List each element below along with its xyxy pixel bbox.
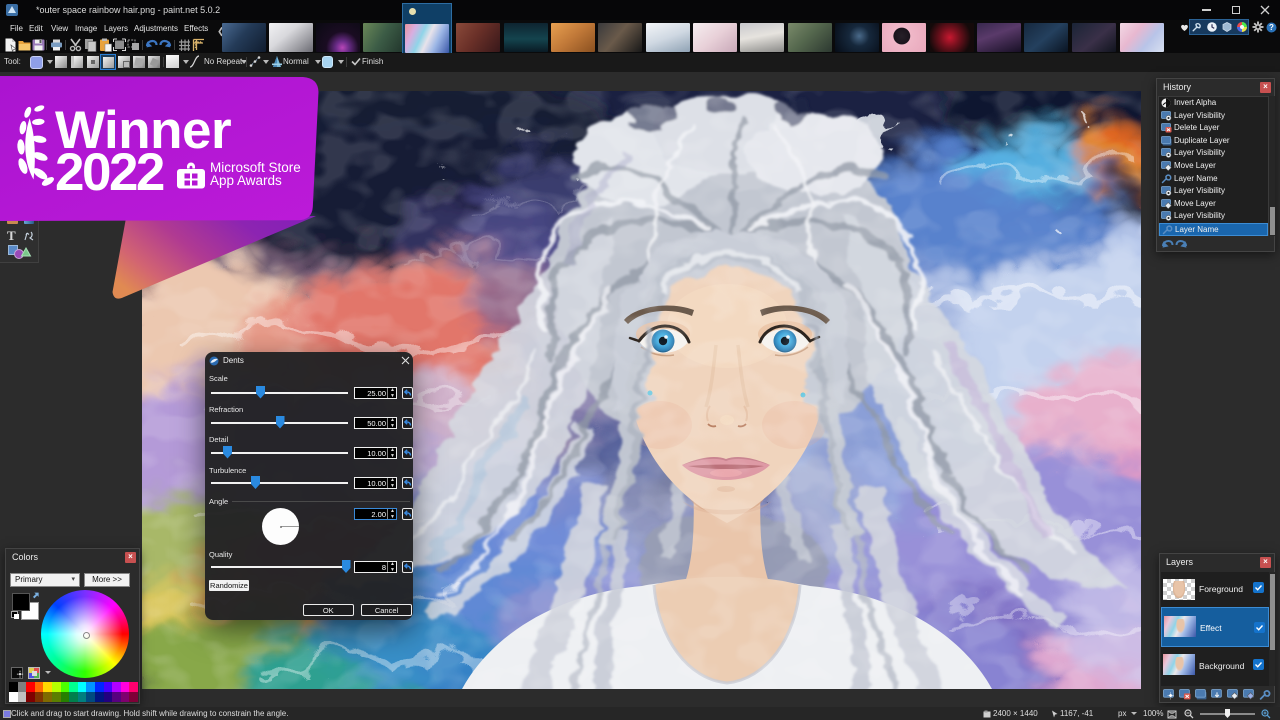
- svg-text:2022: 2022: [55, 143, 164, 202]
- svg-text:App Awards: App Awards: [210, 173, 282, 188]
- svg-text:?: ?: [1269, 23, 1274, 32]
